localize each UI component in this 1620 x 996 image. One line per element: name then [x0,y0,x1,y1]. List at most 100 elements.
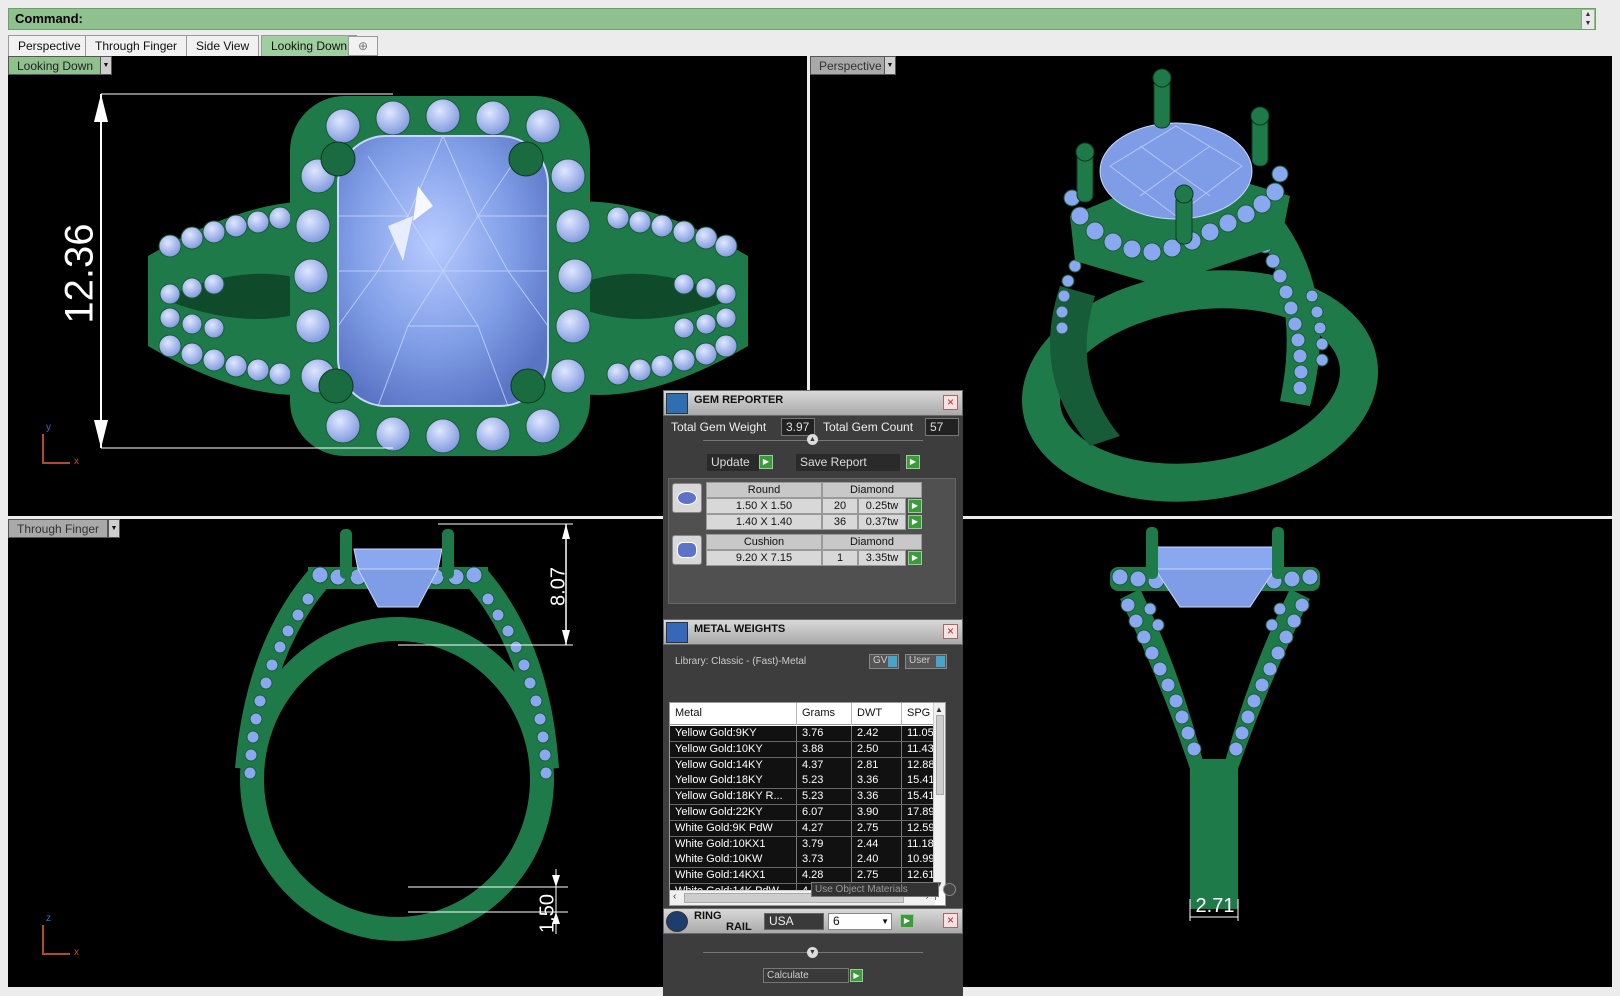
metal-weights-table[interactable]: Metal Grams DWT SPG Yellow Gold:9KY 3.76 2… [669,702,946,906]
table-cell: 3.79 [797,836,852,853]
tab-through-finger[interactable]: Through Finger [85,35,188,56]
ring-icon [666,911,688,932]
column-header[interactable]: SPG [902,703,936,725]
ring-size-standard[interactable]: USA [764,913,824,930]
vertical-scrollbar[interactable]: ▲ ▼ [933,703,945,891]
viewport-tab-strip: Perspective Through Finger Side View Loo… [8,34,1608,56]
table-cell: White Gold:10KX1 [670,836,797,853]
gem-weight: 0.25tw [858,498,906,514]
close-icon[interactable]: × [943,913,958,928]
gem-weight: 3.35tw [858,550,906,566]
ring-rail-header[interactable]: RING RAIL USA 6 ▼ ▶ × [663,908,963,934]
total-gem-count-value: 57 [925,418,959,436]
round-gem-icon [672,483,702,513]
gem-list: Round Diamond 1.50 X 1.50 20 0.25tw ▶ 1.… [668,478,956,604]
collapse-handle[interactable]: ▼ [807,947,818,958]
table-cell: 10.99 [902,852,936,869]
total-gem-weight-label: Total Gem Weight [671,420,767,434]
calculate-button[interactable]: Calculate [763,968,849,983]
ring-rail-title-2: RAIL [726,921,752,933]
table-cell: 12.59 [902,820,936,837]
update-button[interactable]: Update [707,454,759,471]
ring-rail-title-1: RING [694,910,722,922]
dimension-band-label: 1.50 [536,894,559,933]
metal-weights-title: METAL WEIGHTS [694,623,786,635]
ring-rail-go-icon[interactable]: ▶ [900,914,914,928]
column-header[interactable]: DWT [852,703,902,725]
table-cell: Yellow Gold:14KY [670,757,797,774]
gem-shape-label: Cushion [706,534,822,550]
add-tab-button[interactable]: ⊕ [348,36,378,56]
library-label: Library: Classic - (Fast)-Metal [675,656,807,667]
total-gem-count-label: Total Gem Count [823,420,914,434]
command-label: Command: [15,11,83,26]
save-report-go-icon[interactable]: ▶ [906,455,920,469]
gem-reporter-title: GEM REPORTER [694,394,784,406]
table-cell: 3.88 [797,741,852,758]
user-toggle[interactable]: User [905,654,947,669]
tab-looking-down[interactable]: Looking Down [261,35,358,56]
metal-weights-header[interactable]: METAL WEIGHTS × [663,619,963,645]
table-cell: White Gold:14KX1 [670,868,797,885]
table-cell: 5.23 [797,789,852,806]
table-cell: 17.89 [902,805,936,821]
table-cell: 6.07 [797,805,852,821]
column-header[interactable]: Metal [670,703,797,725]
gem-material-label: Diamond [822,534,922,550]
table-cell: 3.73 [797,852,852,869]
update-go-icon[interactable]: ▶ [759,455,773,469]
table-cell: 2.81 [852,757,902,774]
gem-select-go-icon[interactable]: ▶ [908,551,922,565]
use-object-materials-option[interactable]: Use Object Materials [811,882,939,897]
use-materials-radio[interactable] [943,883,956,896]
table-cell: 2.75 [852,820,902,837]
table-cell: Yellow Gold:9KY [670,726,797,742]
viewport-label-through-finger[interactable]: Through Finger [8,519,109,538]
table-cell: 2.42 [852,726,902,742]
gem-select-go-icon[interactable]: ▶ [908,499,922,513]
table-cell: 5.23 [797,773,852,790]
table-cell: 2.40 [852,852,902,869]
column-header[interactable]: Grams [797,703,852,725]
metal-weights-body: Library: Classic - (Fast)-Metal GV User … [663,646,963,906]
gem-reporter-icon [666,393,688,414]
table-cell: 15.41 [902,773,936,790]
command-scroll-arrows[interactable]: ▲ ▼ [1581,10,1594,29]
gem-select-go-icon[interactable]: ▶ [908,515,922,529]
gv-toggle[interactable]: GV [869,654,899,669]
table-cell: 12.88 [902,757,936,774]
gem-count: 1 [822,550,858,566]
table-cell: 3.36 [852,773,902,790]
command-bar[interactable]: Command: ▲ ▼ [8,8,1596,30]
gem-reporter-header[interactable]: GEM REPORTER × [663,390,963,416]
gem-size: 1.50 X 1.50 [706,498,822,514]
viewport-menu-arrow[interactable]: ▼ [884,56,896,75]
table-cell: 11.18 [902,836,936,853]
close-icon[interactable]: × [943,395,958,410]
viewport-label-perspective[interactable]: Perspective [810,56,891,75]
viewport-label-looking-down[interactable]: Looking Down [8,56,103,75]
table-cell: 3.76 [797,726,852,742]
table-cell: Yellow Gold:18KY [670,773,797,790]
table-cell: 4.27 [797,820,852,837]
tab-side-view[interactable]: Side View [186,35,260,56]
tab-perspective[interactable]: Perspective [8,35,91,56]
viewport-menu-arrow[interactable]: ▼ [100,56,112,75]
gem-size: 1.40 X 1.40 [706,514,822,530]
scale-icon [666,622,688,643]
close-icon[interactable]: × [943,624,958,639]
calculate-go-icon[interactable]: ▶ [850,969,863,982]
table-cell: 3.90 [852,805,902,821]
save-report-button[interactable]: Save Report [796,454,900,471]
plugin-panel-stack: GEM REPORTER × Total Gem Weight 3.97 Tot… [663,390,963,996]
ring-size-select[interactable]: 6 ▼ [828,913,892,930]
collapse-handle[interactable]: ▲ [807,434,818,445]
dimension-height-label: 8.07 [547,567,570,606]
gem-count: 36 [822,514,858,530]
gem-count: 20 [822,498,858,514]
table-cell: 11.05 [902,726,936,742]
viewport-menu-arrow[interactable]: ▼ [108,519,120,538]
table-cell: Yellow Gold:18KY R... [670,789,797,806]
table-cell: Yellow Gold:22KY [670,805,797,821]
table-cell: White Gold:10KW [670,852,797,869]
